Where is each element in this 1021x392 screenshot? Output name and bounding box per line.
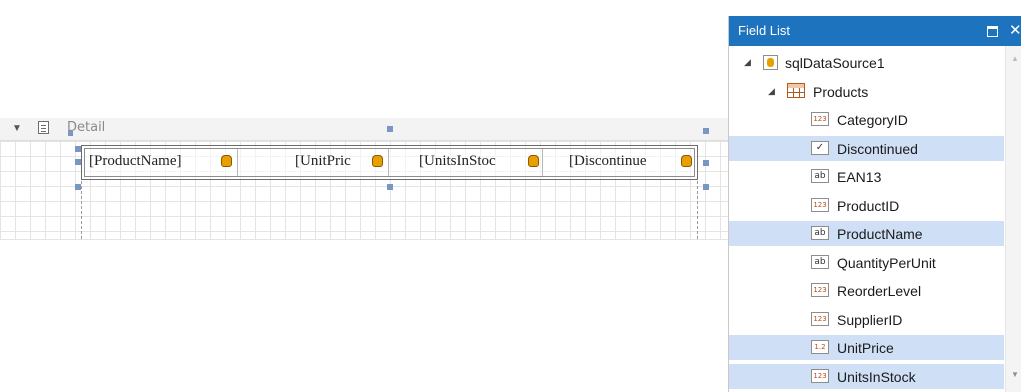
field-label: QuantityPerUnit bbox=[837, 254, 936, 271]
numeric-field-icon: 123 bbox=[811, 311, 829, 326]
tree-node-field[interactable]: 123 ProductID bbox=[729, 193, 1004, 218]
string-field-icon: ab bbox=[811, 226, 829, 240]
maximize-icon[interactable] bbox=[987, 26, 998, 37]
resize-handle-top-left[interactable] bbox=[75, 146, 81, 152]
resize-handle-middle-left[interactable] bbox=[75, 159, 81, 165]
band-label-handle[interactable] bbox=[68, 131, 73, 136]
field-list-titlebar[interactable]: Field List ✕ bbox=[729, 16, 1021, 46]
xr-table-row[interactable]: [ProductName] [UnitPric [UnitsInStoc [Di… bbox=[81, 145, 698, 180]
table-cell-unitsinstock[interactable]: [UnitsInStoc bbox=[388, 149, 542, 176]
field-list-tree[interactable]: ◢ sqlDataSource1 ◢ Products 123 CategoryID ✓ Di… bbox=[729, 46, 1004, 392]
tree-node-field[interactable]: ✓ Discontinued bbox=[729, 135, 1004, 161]
tree-node-field[interactable]: 1.2 UnitPrice bbox=[729, 335, 1004, 360]
tree-node-field[interactable]: ab EAN13 bbox=[729, 164, 1004, 189]
field-list-title: Field List bbox=[738, 23, 791, 38]
datasource-icon bbox=[763, 55, 778, 70]
field-label: Discontinued bbox=[837, 140, 918, 157]
table-icon bbox=[787, 82, 805, 98]
resize-handle-bottom-right[interactable] bbox=[703, 184, 709, 190]
detail-band-header[interactable]: ▼ Detail bbox=[0, 118, 728, 141]
resize-handle-bottom-left[interactable] bbox=[75, 184, 81, 190]
right-margin-guide bbox=[697, 181, 698, 239]
boolean-field-icon: ✓ bbox=[811, 140, 829, 155]
table-cell-discontinued[interactable]: [Discontinue bbox=[542, 149, 696, 176]
table-cell-productname[interactable]: [ProductName] bbox=[85, 149, 237, 176]
tree-node-field[interactable]: 123 ReorderLevel bbox=[729, 278, 1004, 303]
tree-node-label: sqlDataSource1 bbox=[785, 55, 885, 71]
resize-handle-top-center[interactable] bbox=[387, 126, 393, 132]
cell-text: [ProductName] bbox=[89, 153, 182, 169]
cell-text: [UnitPric bbox=[295, 153, 351, 169]
tree-node-label: Products bbox=[813, 83, 869, 100]
numeric-field-icon: 123 bbox=[811, 283, 829, 297]
field-label: UnitsInStock bbox=[837, 368, 916, 385]
field-label: ReorderLevel bbox=[837, 283, 922, 299]
string-field-icon: ab bbox=[811, 254, 829, 269]
string-field-icon: ab bbox=[811, 169, 829, 183]
field-label: SupplierID bbox=[837, 311, 903, 328]
tree-node-datasource[interactable]: ◢ sqlDataSource1 bbox=[729, 50, 1004, 75]
field-label: ProductID bbox=[837, 197, 900, 214]
decimal-field-icon: 1.2 bbox=[811, 340, 829, 354]
table-cell-unitprice[interactable]: [UnitPric bbox=[237, 149, 388, 176]
tree-node-field[interactable]: 123 SupplierID bbox=[729, 307, 1004, 332]
numeric-field-icon: 123 bbox=[811, 368, 829, 383]
field-binding-icon bbox=[681, 155, 692, 167]
detail-band-icon bbox=[38, 121, 49, 134]
expand-arrow-icon[interactable]: ◢ bbox=[744, 57, 751, 68]
field-list-panel: Field List ✕ ◢ sqlDataSource1 ◢ Products 123… bbox=[728, 16, 1021, 392]
field-binding-icon bbox=[372, 155, 383, 167]
tree-node-products[interactable]: ◢ Products bbox=[729, 79, 1004, 104]
tree-node-field[interactable]: ab ProductName bbox=[729, 221, 1004, 246]
report-designer-surface[interactable]: ▼ Detail [ProductName] [UnitPric [UnitsI… bbox=[0, 0, 728, 392]
left-margin-guide bbox=[81, 181, 82, 239]
scroll-down-icon[interactable]: ▼ bbox=[1011, 370, 1019, 379]
cell-text: [UnitsInStoc bbox=[419, 153, 496, 169]
field-label: EAN13 bbox=[837, 169, 882, 185]
resize-handle-bottom-center[interactable] bbox=[387, 184, 393, 190]
resize-handle-top-right[interactable] bbox=[703, 128, 709, 134]
expand-arrow-icon[interactable]: ◢ bbox=[768, 86, 775, 97]
tree-node-field[interactable]: 123 UnitsInStock bbox=[729, 363, 1004, 389]
field-label: UnitPrice bbox=[837, 340, 894, 356]
numeric-field-icon: 123 bbox=[811, 197, 829, 212]
field-list-scrollbar[interactable]: ▲ ▼ bbox=[1005, 46, 1021, 392]
close-icon[interactable]: ✕ bbox=[1009, 21, 1021, 39]
resize-handle-middle-right[interactable] bbox=[703, 160, 709, 166]
field-label: CategoryID bbox=[837, 112, 908, 128]
numeric-field-icon: 123 bbox=[811, 112, 829, 126]
scroll-up-icon[interactable]: ▲ bbox=[1011, 54, 1019, 63]
cell-text: [Discontinue bbox=[569, 153, 647, 169]
field-binding-icon bbox=[528, 155, 539, 167]
tree-node-field[interactable]: ab QuantityPerUnit bbox=[729, 250, 1004, 275]
tree-node-field[interactable]: 123 CategoryID bbox=[729, 107, 1004, 132]
field-label: ProductName bbox=[837, 226, 923, 242]
collapse-triangle-icon[interactable]: ▼ bbox=[12, 123, 22, 134]
field-binding-icon bbox=[221, 155, 232, 167]
